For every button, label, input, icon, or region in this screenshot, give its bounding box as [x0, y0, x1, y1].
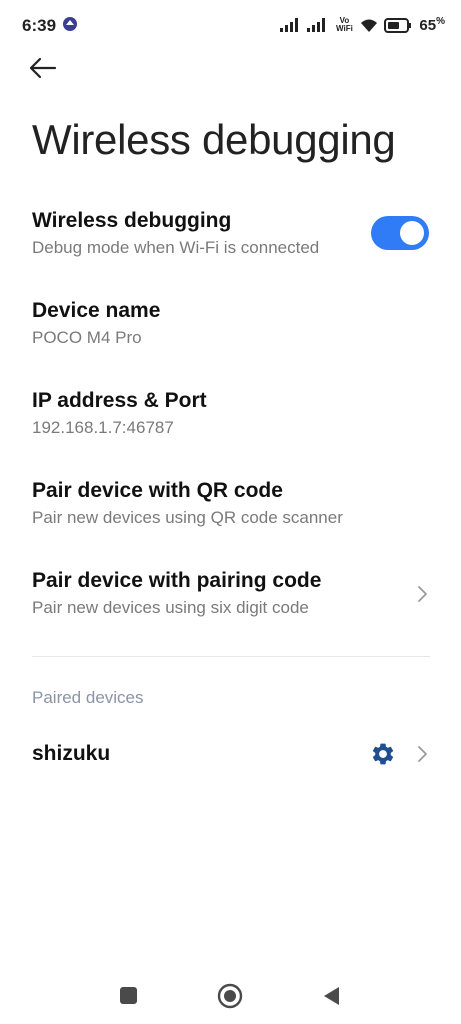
pair-qr-title: Pair device with QR code [32, 479, 283, 502]
battery-unit: % [436, 16, 445, 27]
wireless-debugging-toggle[interactable] [371, 216, 429, 250]
status-icons: Vo WiFi 65% [280, 14, 445, 36]
ip-address-row[interactable]: IP address & Port 192.168.1.7:46787 [32, 389, 430, 438]
chevron-right-icon [418, 746, 427, 762]
battery-level: 65% [419, 16, 445, 34]
status-time: 6:39 [22, 16, 57, 35]
vowifi-icon: Vo WiFi [334, 17, 354, 33]
battery-icon [384, 17, 412, 33]
status-bar: 6:39 Vo WiFi 65% [0, 0, 461, 52]
ip-address-title: IP address & Port [32, 389, 207, 412]
pair-code-subtitle: Pair new devices using six digit code [32, 598, 309, 617]
section-divider [32, 656, 430, 657]
pair-code-title: Pair device with pairing code [32, 569, 322, 592]
chevron-right-icon [418, 586, 427, 602]
device-name-title: Device name [32, 299, 161, 322]
toggle-knob [400, 221, 424, 245]
signal-icon-2 [307, 18, 326, 32]
ip-address-value: 192.168.1.7:46787 [32, 418, 174, 437]
wireless-debugging-subtitle: Debug mode when Wi-Fi is connected [32, 238, 320, 257]
arrow-left-icon [29, 57, 57, 79]
signal-icon [280, 18, 299, 32]
wifi-icon [361, 19, 378, 32]
pair-qr-subtitle: Pair new devices using QR code scanner [32, 508, 343, 527]
home-button[interactable] [217, 983, 243, 1009]
paired-devices-header: Paired devices [32, 688, 144, 707]
pair-qr-row[interactable]: Pair device with QR code Pair new device… [32, 479, 430, 528]
vowifi-bottom-label: WiFi [336, 24, 353, 33]
gear-icon[interactable] [370, 741, 396, 767]
back-button[interactable] [28, 56, 68, 88]
pair-code-row[interactable]: Pair device with pairing code Pair new d… [32, 569, 430, 618]
back-nav-button[interactable] [321, 985, 341, 1007]
device-name-row[interactable]: Device name POCO M4 Pro [32, 299, 430, 348]
paired-device-name: shizuku [32, 742, 111, 765]
page-title: Wireless debugging [32, 116, 396, 163]
app-notification-icon [63, 17, 77, 31]
recents-button[interactable] [120, 987, 137, 1004]
device-name-value: POCO M4 Pro [32, 328, 142, 347]
battery-value: 65 [419, 17, 437, 34]
